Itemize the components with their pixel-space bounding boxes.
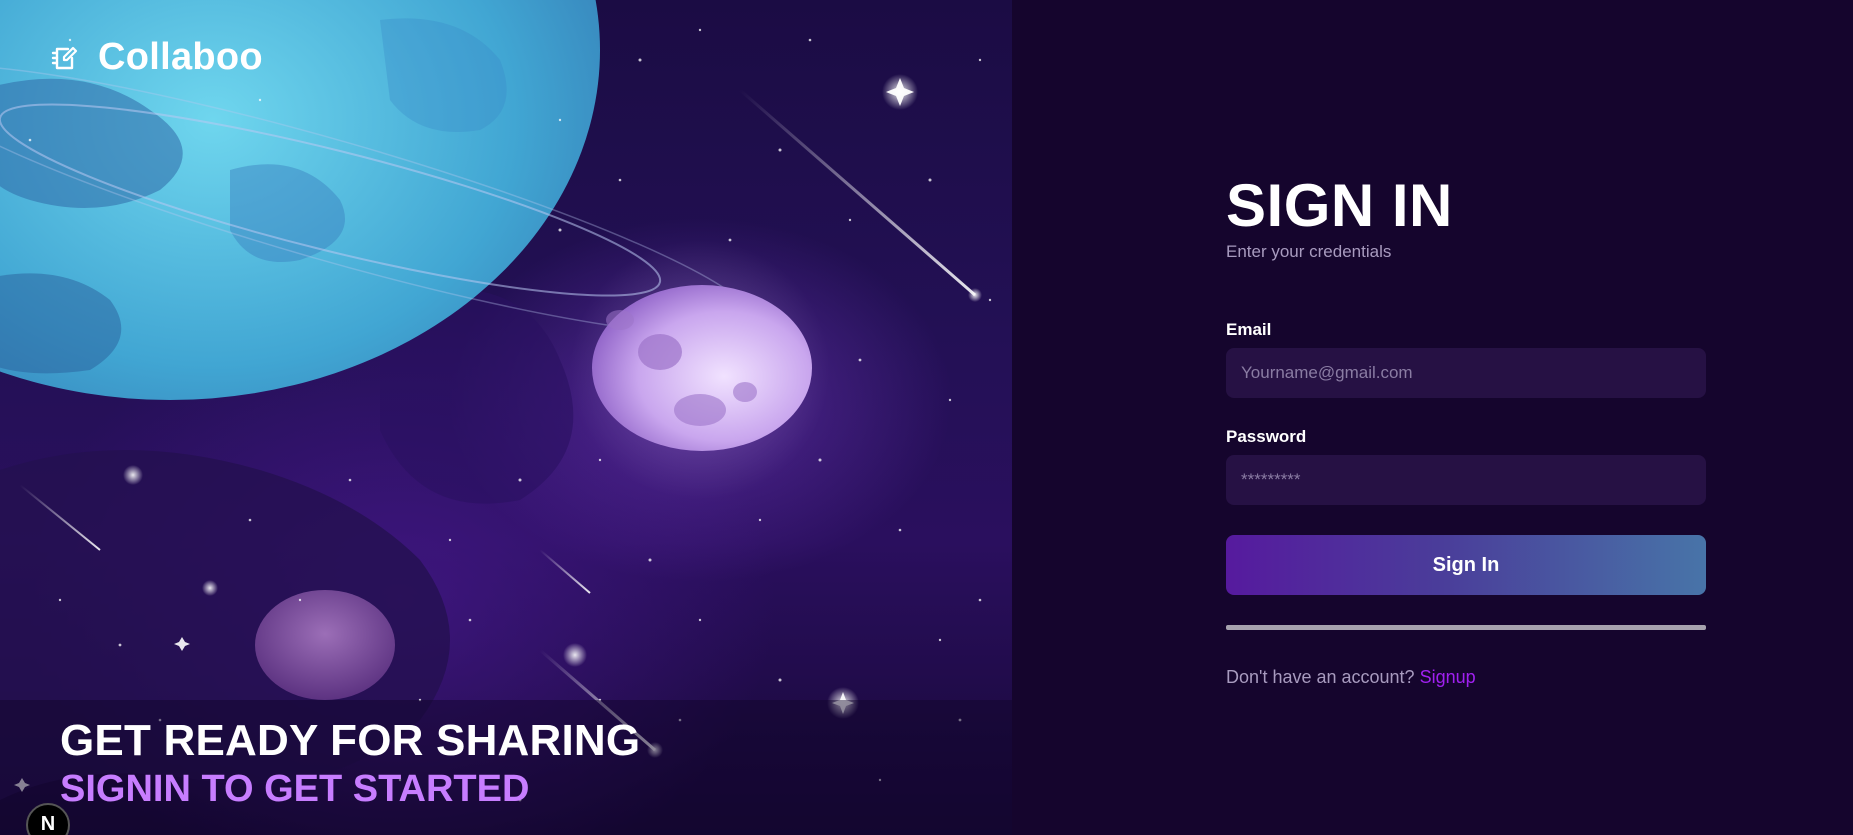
email-field[interactable] (1226, 348, 1706, 398)
hero-title: GET READY FOR SHARING (60, 716, 641, 765)
page-title: SIGN IN (1226, 172, 1453, 239)
space-illustration (0, 0, 1012, 835)
password-field[interactable] (1226, 455, 1706, 505)
signup-link[interactable]: Signup (1420, 667, 1476, 687)
hero-panel: Collaboo GET READY FOR SHARING SIGNIN TO… (0, 0, 1012, 835)
no-account-text: Don't have an account? (1226, 667, 1415, 687)
notebook-edit-icon (51, 46, 78, 69)
signin-button[interactable]: Sign In (1226, 535, 1706, 595)
hero-subtitle: SIGNIN TO GET STARTED (60, 768, 530, 810)
email-label: Email (1226, 320, 1272, 339)
password-label: Password (1226, 427, 1307, 446)
hero-text: GET READY FOR SHARING SIGNIN TO GET STAR… (60, 716, 640, 812)
signup-prompt: Don't have an account? Signup (1226, 667, 1476, 688)
page-subtitle: Enter your credentials (1226, 242, 1392, 261)
brand-name: Collaboo (98, 36, 263, 78)
divider (1226, 625, 1706, 630)
signin-form: SIGN IN Enter your credentials Email Pas… (1226, 170, 1706, 687)
brand[interactable]: Collaboo (50, 36, 263, 79)
